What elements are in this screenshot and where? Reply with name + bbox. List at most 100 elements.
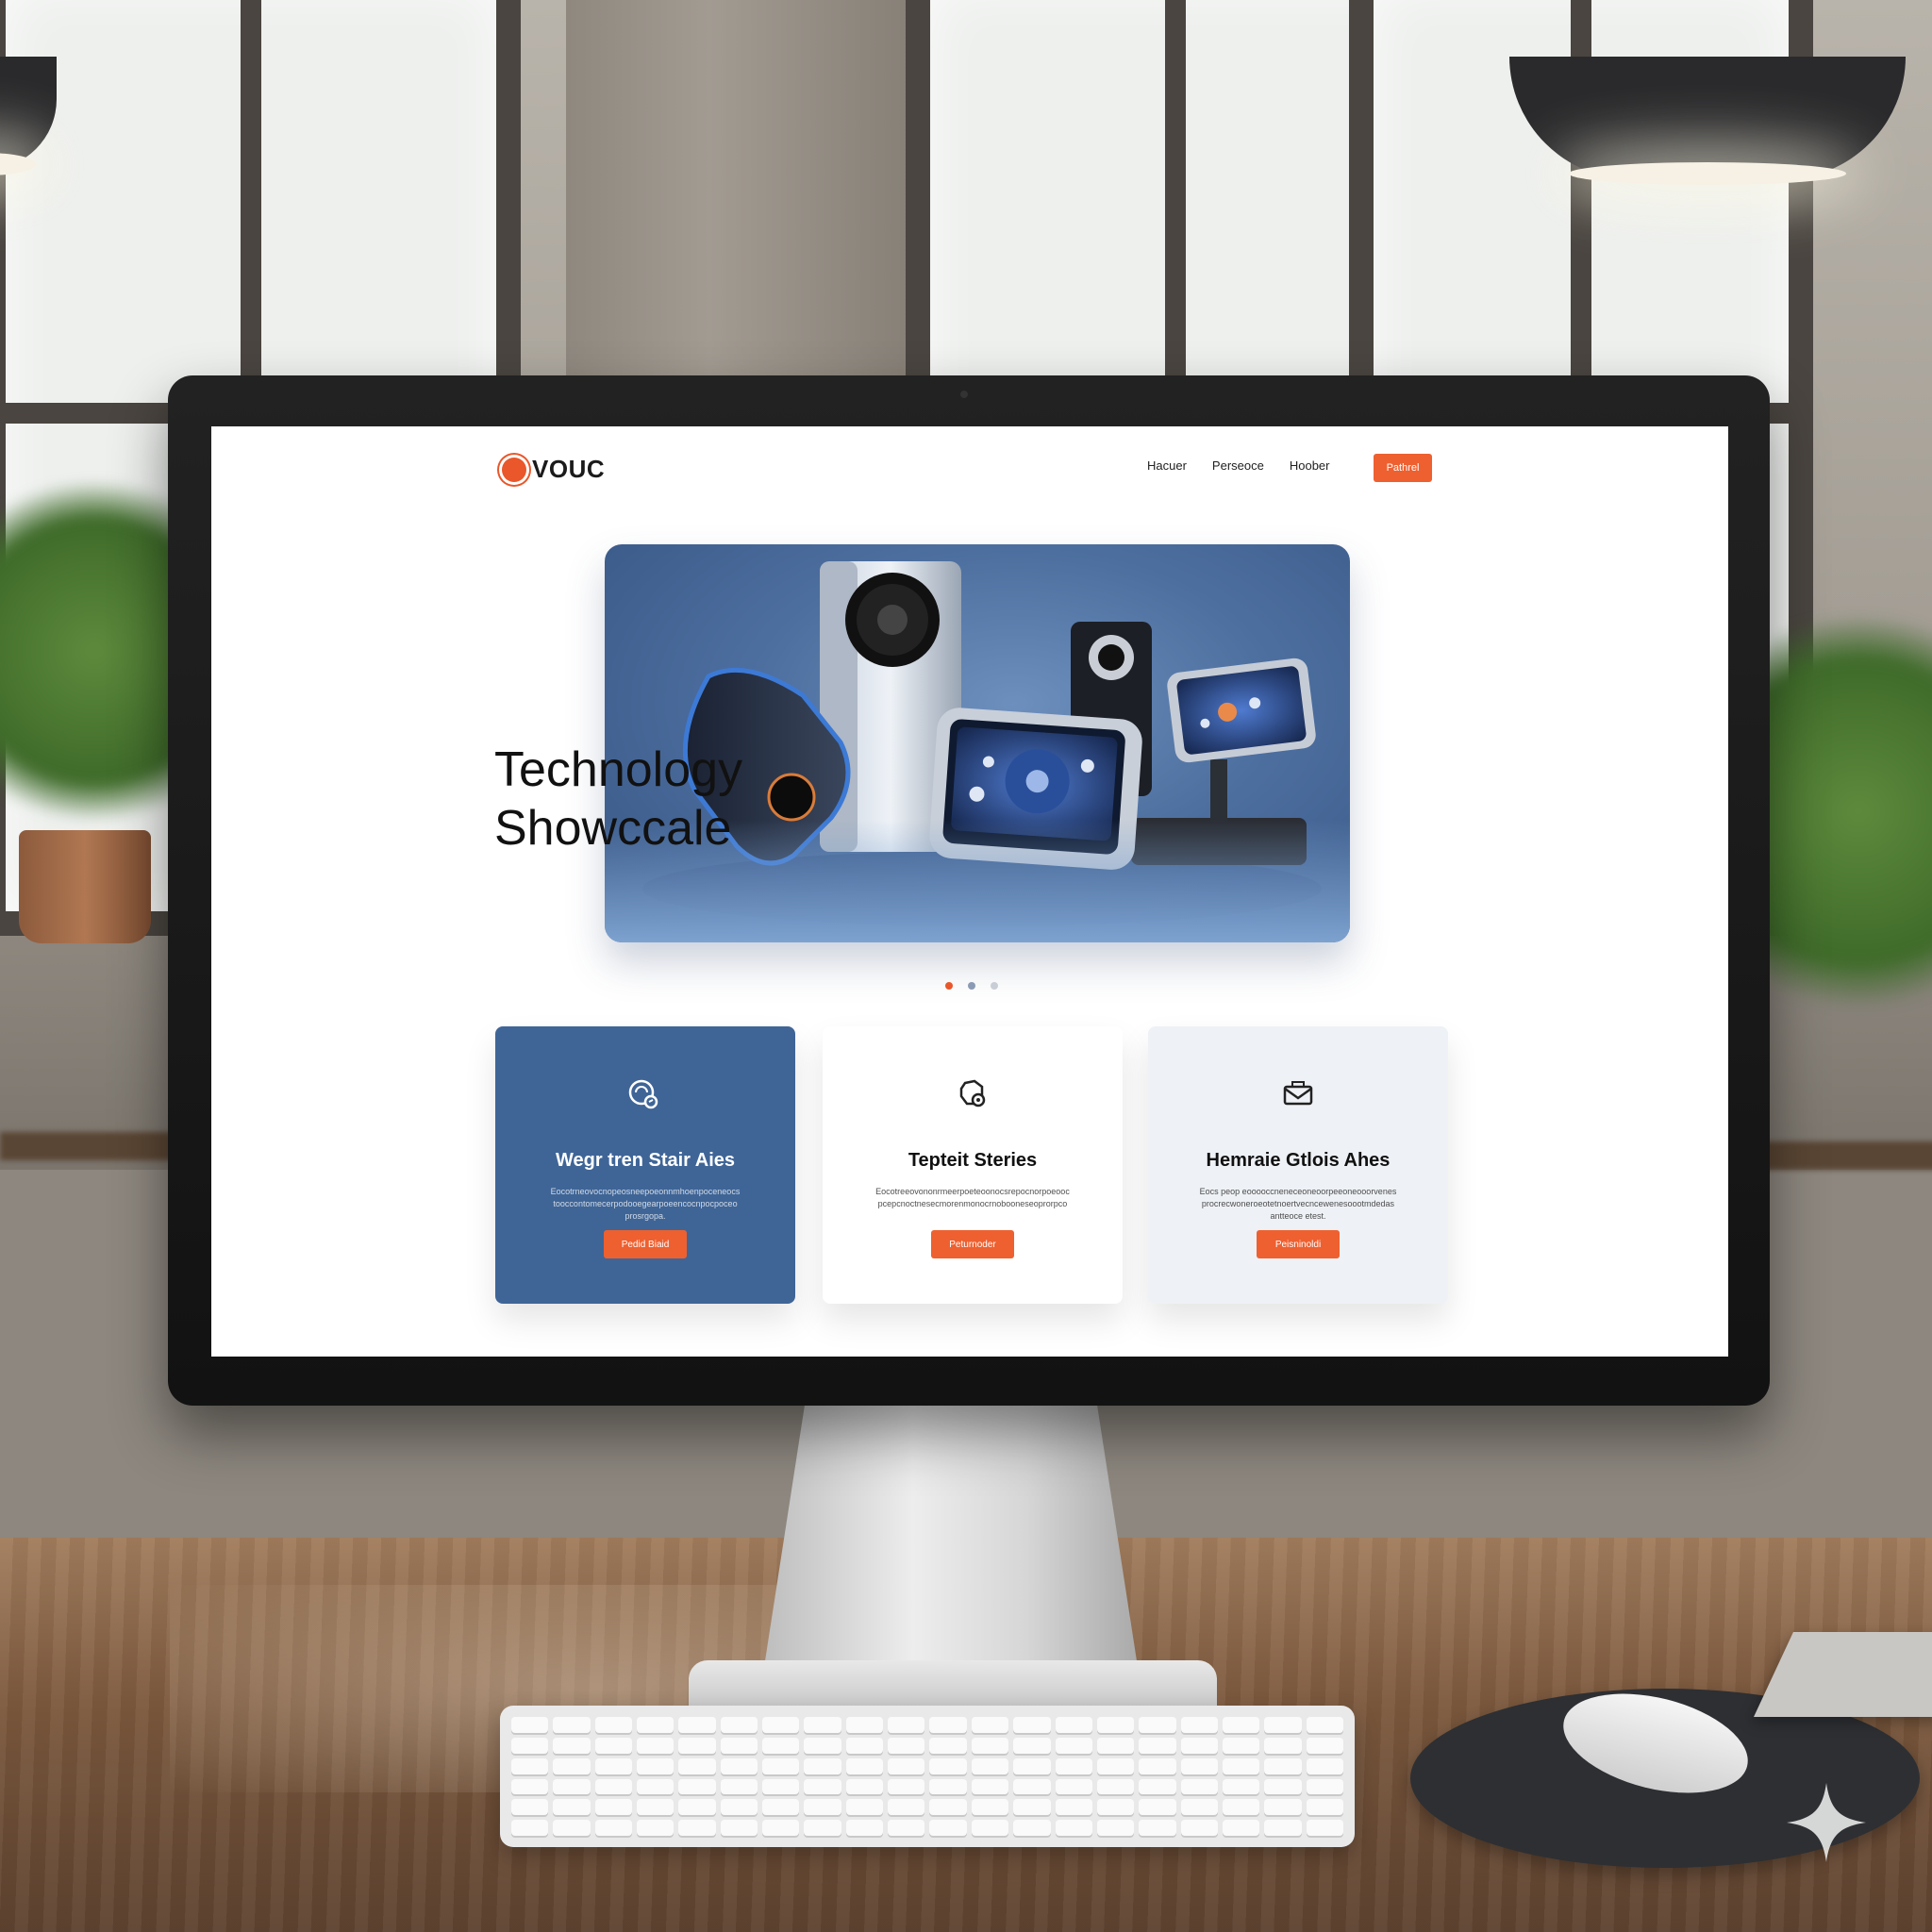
keyboard-key [1139,1778,1176,1795]
keyboard-key [1055,1717,1092,1733]
keyboard-key [553,1757,591,1774]
keyboard-key [1139,1717,1176,1733]
keyboard-key [594,1717,633,1733]
keyboard-key [1264,1717,1302,1733]
keyboard-key [1139,1820,1176,1836]
shield-gear-icon [959,1079,986,1108]
keyboard-key [1096,1799,1135,1816]
nav-item-1[interactable]: Hacuer [1147,458,1187,473]
keyboard-key [1264,1737,1302,1754]
keyboard-key [1180,1717,1218,1733]
keyboard-key [1306,1757,1343,1774]
office-scene: VOUC Hacuer Perseoce Hoober Pathrel Tech… [0,0,1932,1932]
keyboard-key [1222,1737,1260,1754]
monitor-stand [762,1387,1140,1679]
keyboard-key [720,1799,758,1816]
feature-card-title: Tepteit Steries [908,1150,1038,1171]
keyboard-key [804,1820,841,1836]
keyboard-key [553,1799,591,1816]
header-cta-button[interactable]: Pathrel [1374,454,1432,482]
keyboard-key [511,1717,549,1733]
keyboard-key [511,1820,549,1836]
nav-item-2[interactable]: Perseoce [1212,458,1264,473]
keyboard-key [637,1737,675,1754]
background-shelf-left [0,1132,189,1160]
site-header: VOUC Hacuer Perseoce Hoober Pathrel [211,426,1728,511]
keyboard-key [971,1778,1009,1795]
carousel-pager[interactable] [945,982,998,990]
keyboard-key [1055,1778,1092,1795]
hero-title-line-1: Technology [494,741,743,797]
keyboard-key [1013,1778,1051,1795]
keyboard-key [804,1778,841,1795]
keyboard-key [929,1799,967,1816]
webcam [960,391,968,398]
feature-card-2: Tepteit Steries Eocotreeovononrmeerpoete… [823,1026,1123,1304]
keyboard-key [888,1778,925,1795]
keyboard-key [1222,1820,1260,1836]
gauge-icon [628,1079,658,1109]
keyboard-key [888,1717,925,1733]
keyboard-key [553,1820,591,1836]
keyboard-key [720,1717,758,1733]
pager-dot[interactable] [945,982,953,990]
keyboard [500,1706,1355,1847]
keyboard-key [594,1799,633,1816]
feature-card-button[interactable]: Pedid Biaid [604,1230,687,1258]
site-logo[interactable]: VOUC [502,455,605,484]
keyboard-key [1096,1737,1135,1754]
keyboard-key [637,1717,675,1733]
hero-title: Technology Showccale [494,741,806,858]
keyboard-key [511,1757,549,1774]
keyboard-key [594,1737,633,1754]
keyboard-key [845,1799,884,1816]
keyboard-key [720,1778,758,1795]
keyboard-key [1306,1717,1343,1733]
keyboard-key [1306,1737,1343,1754]
keyboard-key [929,1820,967,1836]
keyboard-key [1180,1820,1218,1836]
keyboard-key [971,1737,1009,1754]
keyboard-key [1180,1778,1218,1795]
keyboard-key [1264,1778,1302,1795]
keyboard-key [971,1757,1009,1774]
feature-card-3: Hemraie Gtlois Ahes Eocs peop eooooccnen… [1148,1026,1448,1304]
pager-dot[interactable] [968,982,975,990]
feature-card-button[interactable]: Peturnoder [931,1230,1014,1258]
nav-item-3[interactable]: Hoober [1290,458,1330,473]
keyboard-key [511,1799,549,1816]
pager-dot[interactable] [991,982,998,990]
keyboard-key [678,1737,716,1754]
keyboard-key [553,1717,591,1733]
keyboard-key [1013,1737,1051,1754]
keyboard-key [594,1757,633,1774]
keyboard-key [845,1717,884,1733]
keyboard-key [1096,1820,1135,1836]
keyboard-key [553,1778,591,1795]
keyboard-key [929,1737,967,1754]
envelope-icon [1283,1081,1313,1106]
keyboard-key [1055,1820,1092,1836]
keyboard-key [1013,1717,1051,1733]
keyboard-key [1139,1799,1176,1816]
background-shelf-right [1755,1141,1932,1170]
keyboard-key [1222,1717,1260,1733]
keyboard-key [888,1757,925,1774]
keyboard-key [678,1717,716,1733]
keyboard-key [1306,1820,1343,1836]
keyboard-key [804,1717,841,1733]
keyboard-key [720,1737,758,1754]
keyboard-key [1139,1757,1176,1774]
keyboard-key [888,1737,925,1754]
keyboard-key [594,1820,633,1836]
logo-text: VOUC [532,455,606,483]
keyboard-key [762,1737,800,1754]
keyboard-key [1222,1778,1260,1795]
keyboard-key [1055,1737,1092,1754]
keyboard-key [637,1757,675,1774]
keyboard-key [762,1757,800,1774]
feature-card-title: Hemraie Gtlois Ahes [1206,1150,1391,1171]
feature-card-button[interactable]: Peisninoldi [1257,1230,1340,1258]
monitor-screen: VOUC Hacuer Perseoce Hoober Pathrel Tech… [211,426,1728,1357]
keyboard-key [1013,1799,1051,1816]
